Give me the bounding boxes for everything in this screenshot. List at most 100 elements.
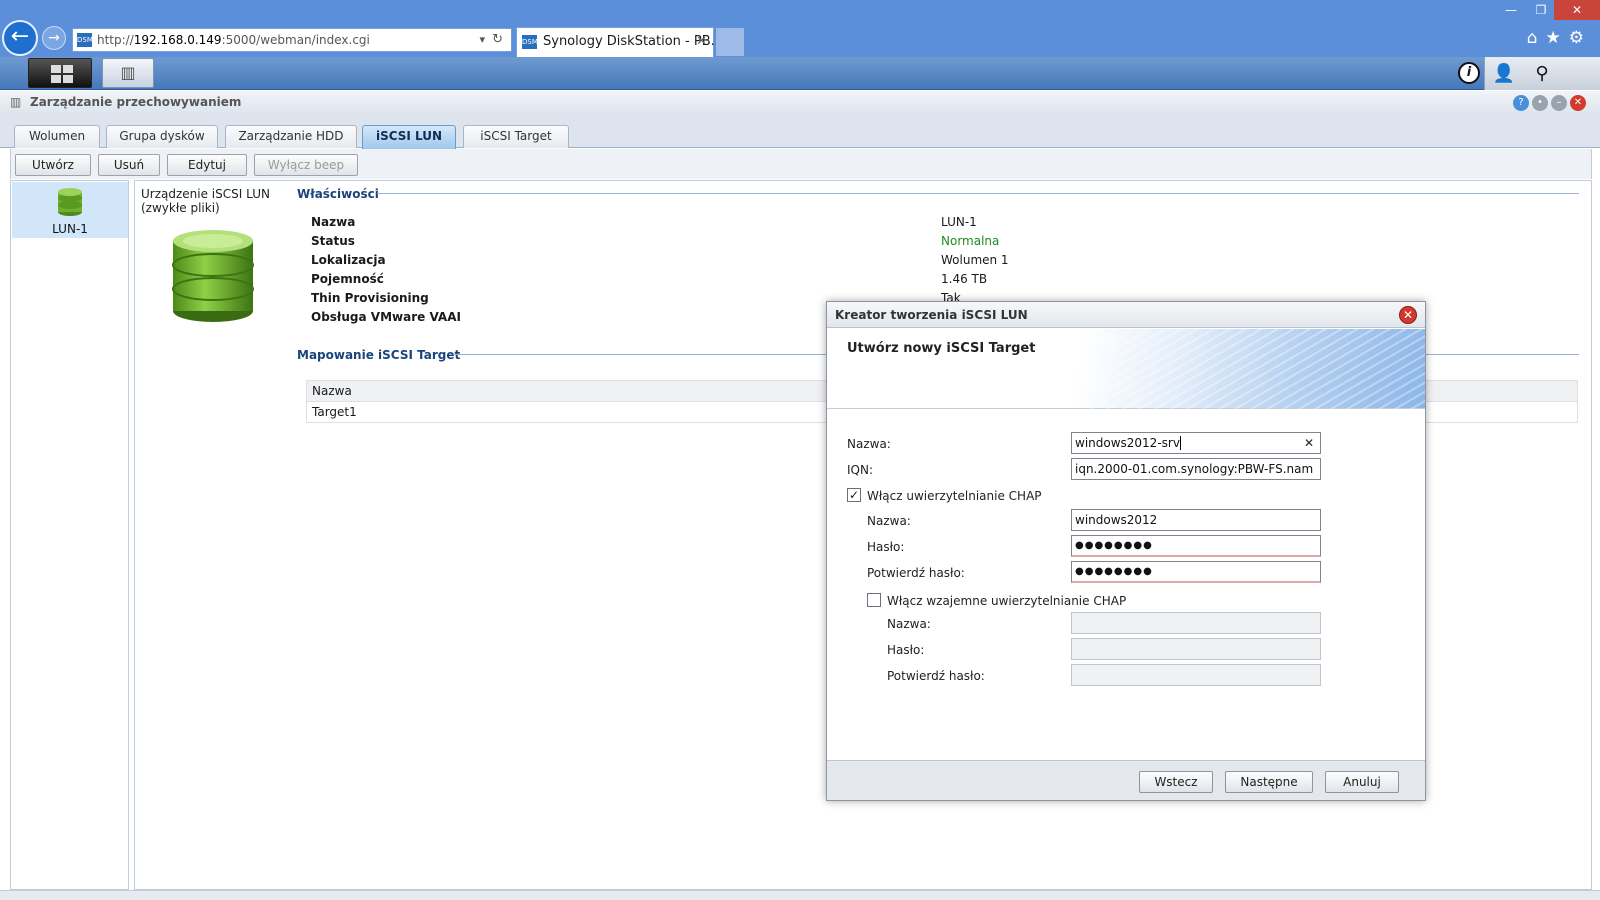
clear-icon[interactable]: ✕ bbox=[1304, 433, 1314, 453]
mutual-name-label: Nazwa: bbox=[887, 617, 931, 631]
address-host: 192.168.0.149 bbox=[133, 33, 222, 47]
lun-list-panel: LUN-1 bbox=[10, 180, 129, 890]
close-app-icon[interactable]: ✕ bbox=[1570, 95, 1586, 111]
mutual-name-input[interactable] bbox=[1071, 612, 1321, 634]
storage-manager-taskbar-button[interactable]: ▥ bbox=[102, 58, 154, 88]
mutual-confirm-input[interactable] bbox=[1071, 664, 1321, 686]
properties-divider bbox=[377, 193, 1579, 194]
restore-icon[interactable]: ❐ bbox=[1526, 0, 1556, 20]
app-window-header: ▥ Zarządzanie przechowywaniem ? • – ✕ bbox=[0, 91, 1600, 115]
tab-grupa-dyskow[interactable]: Grupa dysków bbox=[106, 125, 218, 148]
lun-database-icon bbox=[172, 230, 254, 322]
bottom-strip bbox=[0, 890, 1600, 900]
delete-button[interactable]: Usuń bbox=[98, 154, 160, 176]
tab-close-icon[interactable]: ✕ bbox=[696, 28, 707, 56]
target-name-value: windows2012-srv bbox=[1075, 436, 1180, 450]
app-tabs: Wolumen Grupa dysków Zarządzanie HDD iSC… bbox=[0, 115, 1600, 149]
storage-manager-icon: ▥ bbox=[10, 95, 22, 109]
back-button[interactable]: ← bbox=[2, 20, 38, 56]
prop-location-value: Wolumen 1 bbox=[941, 253, 1009, 267]
settings-gear-icon[interactable]: ⚙ bbox=[1569, 28, 1592, 48]
back-button[interactable]: Wstecz bbox=[1139, 771, 1213, 793]
chap-name-input[interactable]: windows2012 bbox=[1071, 509, 1321, 531]
address-rest: :5000/webman/index.cgi bbox=[221, 33, 370, 47]
tab-zarzadzanie-hdd[interactable]: Zarządzanie HDD bbox=[225, 125, 357, 148]
edit-button[interactable]: Edytuj bbox=[167, 154, 247, 176]
grid-menu-icon bbox=[51, 65, 73, 83]
tab-wolumen[interactable]: Wolumen bbox=[14, 125, 100, 148]
chap-password-label: Hasło: bbox=[867, 540, 905, 554]
star-icon[interactable]: ★ bbox=[1546, 28, 1569, 48]
wizard-title: Kreator tworzenia iSCSI LUN bbox=[835, 308, 1028, 322]
main-menu-button[interactable] bbox=[28, 58, 92, 88]
wizard-titlebar: Kreator tworzenia iSCSI LUN ✕ bbox=[827, 302, 1425, 328]
chap-password-input[interactable]: ●●●●●●●● bbox=[1071, 535, 1321, 557]
prop-capacity-value: 1.46 TB bbox=[941, 272, 988, 286]
address-bar[interactable]: DSM http://192.168.0.149:5000/webman/ind… bbox=[72, 28, 512, 52]
chap-label: Włącz uwierzytelnianie CHAP bbox=[867, 489, 1042, 503]
dsm-taskbar: ▥ i 👤 ⚲ bbox=[0, 57, 1600, 90]
target-name-label: Nazwa: bbox=[847, 437, 891, 451]
search-icon[interactable]: ⚲ bbox=[1523, 57, 1561, 90]
minimize-icon[interactable]: — bbox=[1496, 0, 1526, 20]
info-icon[interactable]: i bbox=[1458, 62, 1480, 84]
mutual-confirm-label: Potwierdź hasło: bbox=[887, 669, 985, 683]
device-type-line2: (zwykłe pliki) bbox=[141, 201, 220, 215]
help-icon[interactable]: ? bbox=[1513, 95, 1529, 111]
mapping-heading: Mapowanie iSCSI Target bbox=[297, 348, 461, 362]
iqn-label: IQN: bbox=[847, 463, 874, 477]
toolbar: Utwórz Usuń Edytuj Wyłącz beep bbox=[10, 149, 1592, 179]
close-icon[interactable]: ✕ bbox=[1399, 306, 1417, 324]
address-prefix: http:// bbox=[97, 33, 134, 47]
user-icon[interactable]: 👤 bbox=[1485, 57, 1523, 90]
mutual-password-label: Hasło: bbox=[887, 643, 925, 657]
prop-thin-key: Thin Provisioning bbox=[311, 291, 429, 305]
next-button[interactable]: Następne bbox=[1225, 771, 1313, 793]
dropdown-icon[interactable]: ▾ bbox=[479, 29, 485, 51]
mutual-chap-checkbox[interactable] bbox=[867, 593, 881, 607]
forward-button[interactable]: → bbox=[42, 26, 66, 50]
create-button[interactable]: Utwórz bbox=[15, 154, 91, 176]
mutual-password-input[interactable] bbox=[1071, 638, 1321, 660]
browser-tab[interactable]: DSM Synology DiskStation - PB... ✕ bbox=[516, 27, 723, 57]
dsm-favicon-icon: DSM bbox=[522, 35, 538, 49]
prop-name-value: LUN-1 bbox=[941, 215, 977, 229]
database-icon bbox=[58, 188, 82, 216]
target-name-input[interactable]: windows2012-srv ✕ bbox=[1071, 432, 1321, 454]
settings-icon[interactable]: • bbox=[1532, 95, 1548, 111]
properties-heading: Właściwości bbox=[297, 187, 379, 201]
wizard-dialog: Kreator tworzenia iSCSI LUN ✕ Utwórz now… bbox=[826, 301, 1426, 801]
wizard-step-title: Utwórz nowy iSCSI Target bbox=[847, 341, 1036, 356]
chap-name-label: Nazwa: bbox=[867, 514, 911, 528]
dsm-favicon-icon: DSM bbox=[77, 33, 93, 47]
chap-confirm-label: Potwierdź hasło: bbox=[867, 566, 965, 580]
browser-toolbar-icons: ⌂★⚙ bbox=[1527, 28, 1592, 48]
prop-status-value: Normalna bbox=[941, 234, 1000, 248]
iqn-input[interactable]: iqn.2000-01.com.synology:PBW-FS.nam bbox=[1071, 458, 1321, 480]
lun-item-label: LUN-1 bbox=[52, 222, 88, 236]
device-type-line1: Urządzenie iSCSI LUN bbox=[141, 187, 270, 201]
app-title: Zarządzanie przechowywaniem bbox=[30, 95, 242, 109]
prop-capacity-key: Pojemność bbox=[311, 272, 384, 286]
dsm-taskbar-right: 👤 ⚲ bbox=[1484, 57, 1600, 90]
close-window-icon[interactable]: ✕ bbox=[1554, 0, 1600, 20]
tab-iscsi-lun[interactable]: iSCSI LUN bbox=[362, 125, 456, 149]
wizard-body: Nazwa: windows2012-srv ✕ IQN: iqn.2000-0… bbox=[827, 410, 1425, 760]
tab-iscsi-target[interactable]: iSCSI Target bbox=[463, 125, 569, 148]
prop-vaai-key: Obsługa VMware VAAI bbox=[311, 310, 461, 324]
prop-status-key: Status bbox=[311, 234, 355, 248]
refresh-icon[interactable]: ↻ bbox=[492, 29, 503, 51]
chap-confirm-input[interactable]: ●●●●●●●● bbox=[1071, 561, 1321, 583]
banner-decoration bbox=[1085, 329, 1425, 409]
wizard-banner: Utwórz nowy iSCSI Target bbox=[827, 329, 1425, 409]
list-item-lun[interactable]: LUN-1 bbox=[12, 182, 128, 238]
prop-location-key: Lokalizacja bbox=[311, 253, 386, 267]
cancel-button[interactable]: Anuluj bbox=[1325, 771, 1399, 793]
chap-checkbox[interactable]: ✓ bbox=[847, 488, 861, 502]
prop-name-key: Nazwa bbox=[311, 215, 356, 229]
beep-off-button[interactable]: Wyłącz beep bbox=[254, 154, 358, 176]
home-icon[interactable]: ⌂ bbox=[1527, 28, 1546, 48]
new-tab-button[interactable] bbox=[716, 28, 744, 56]
minimize-app-icon[interactable]: – bbox=[1551, 95, 1567, 111]
mutual-chap-label: Włącz wzajemne uwierzytelnianie CHAP bbox=[887, 594, 1127, 608]
